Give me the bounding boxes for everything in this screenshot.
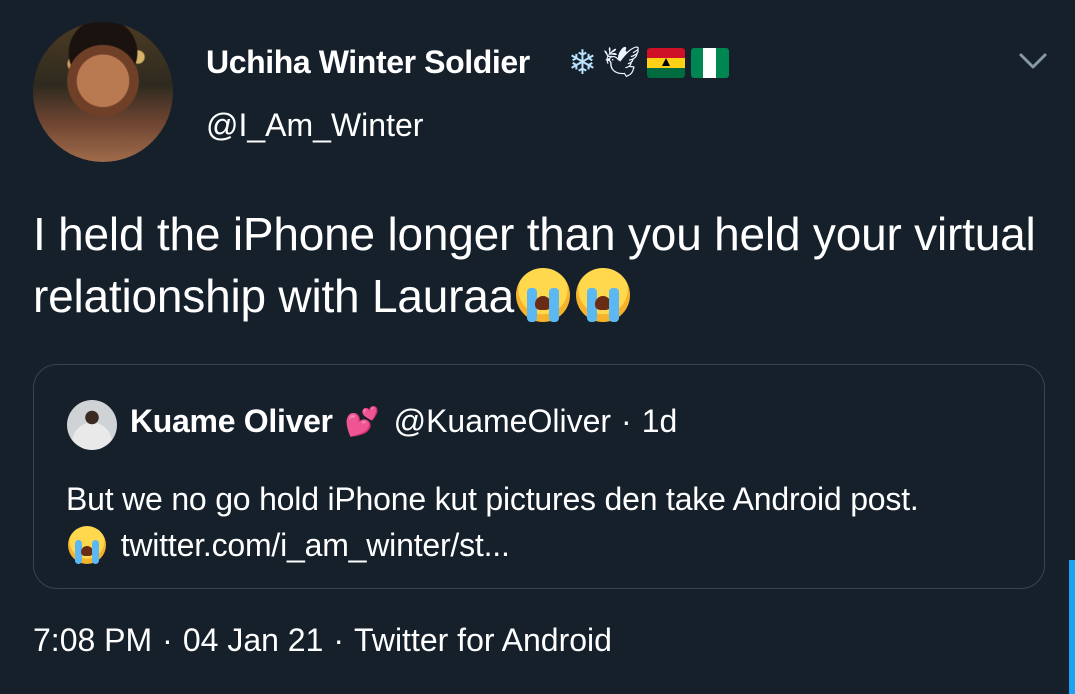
author-name[interactable]: Uchiha Winter Soldier (206, 44, 530, 81)
tweet-date[interactable]: 04 Jan 21 (183, 622, 324, 658)
dove-icon: 🕊 (602, 46, 641, 79)
snowflake-icon: ❄ (568, 44, 597, 82)
quoted-author-name[interactable]: Kuame Oliver (130, 403, 333, 440)
quoted-tweet-body: But we no go hold iPhone kut pictures de… (66, 481, 919, 517)
tweet-client[interactable]: Twitter for Android (354, 622, 612, 658)
name-badges: ❄ 🕊 (568, 46, 729, 80)
tweet-text: I held the iPhone longer than you held y… (33, 203, 1043, 327)
quoted-tweet-card[interactable]: Kuame Oliver 💕 @KuameOliver · 1d But we … (33, 364, 1045, 589)
loudly-crying-face-icon (68, 526, 106, 564)
quoted-tweet-header: Kuame Oliver 💕 @KuameOliver · 1d (130, 403, 677, 440)
separator-dot: · (621, 403, 632, 439)
loudly-crying-face-icon (516, 268, 571, 322)
author-handle[interactable]: @I_Am_Winter (206, 107, 423, 144)
quoted-author-avatar[interactable] (67, 400, 117, 450)
separator-dot: · (333, 622, 345, 658)
quoted-tweet-text: But we no go hold iPhone kut pictures de… (66, 476, 1026, 568)
chevron-down-icon[interactable] (1018, 50, 1048, 72)
quoted-tweet-link[interactable]: twitter.com/i_am_winter/st... (121, 527, 510, 563)
quoted-author-handle[interactable]: @KuameOliver (394, 403, 611, 440)
quoted-tweet-age: 1d (641, 403, 678, 439)
tweet-time[interactable]: 7:08 PM (33, 622, 152, 658)
separator-dot: · (162, 622, 173, 658)
loudly-crying-face-icon (576, 268, 631, 322)
ghana-flag-icon (646, 48, 685, 78)
scrollbar[interactable] (1069, 560, 1075, 694)
tweet-meta: 7:08 PM · 04 Jan 21 · Twitter for Android (33, 622, 612, 659)
author-avatar[interactable] (33, 22, 173, 162)
two-hearts-icon: 💕 (344, 406, 380, 437)
nigeria-flag-icon (690, 48, 729, 78)
